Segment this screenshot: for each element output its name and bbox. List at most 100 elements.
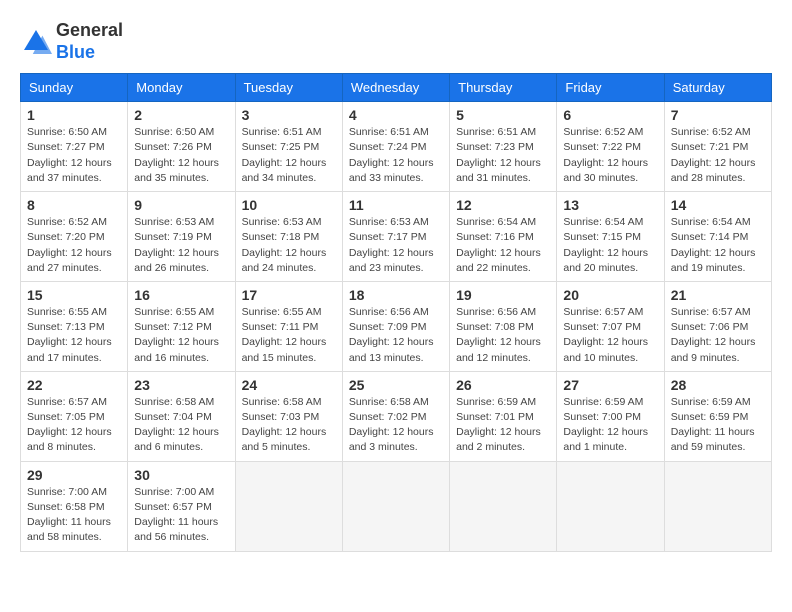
day-info: Sunrise: 6:55 AMSunset: 7:11 PMDaylight:… [242,305,336,366]
day-number: 21 [671,287,765,303]
day-number: 14 [671,197,765,213]
calendar-cell: 19 Sunrise: 6:56 AMSunset: 7:08 PMDayligh… [450,281,557,371]
day-info: Sunrise: 6:58 AMSunset: 7:02 PMDaylight:… [349,395,443,456]
day-info: Sunrise: 6:50 AMSunset: 7:26 PMDaylight:… [134,125,228,186]
day-number: 29 [27,467,121,483]
calendar-cell: 5 Sunrise: 6:51 AMSunset: 7:23 PMDaylight… [450,102,557,192]
day-number: 27 [563,377,657,393]
calendar-cell: 15Sunrise: 6:55 AMSunset: 7:13 PMDayligh… [21,281,128,371]
calendar-cell: 20 Sunrise: 6:57 AMSunset: 7:07 PMDayligh… [557,281,664,371]
day-number: 1 [27,107,121,123]
day-info: Sunrise: 6:52 AMSunset: 7:20 PMDaylight:… [27,215,121,276]
calendar-cell: 28 Sunrise: 6:59 AMSunset: 6:59 PMDayligh… [664,371,771,461]
day-info: Sunrise: 6:52 AMSunset: 7:22 PMDaylight:… [563,125,657,186]
calendar-cell: 25 Sunrise: 6:58 AMSunset: 7:02 PMDayligh… [342,371,449,461]
col-friday: Friday [557,74,664,102]
calendar-cell: 14 Sunrise: 6:54 AMSunset: 7:14 PMDayligh… [664,192,771,282]
day-info: Sunrise: 6:53 AMSunset: 7:18 PMDaylight:… [242,215,336,276]
calendar-cell: 21 Sunrise: 6:57 AMSunset: 7:06 PMDayligh… [664,281,771,371]
calendar-cell: 4 Sunrise: 6:51 AMSunset: 7:24 PMDaylight… [342,102,449,192]
day-info: Sunrise: 7:00 AMSunset: 6:57 PMDaylight:… [134,485,228,546]
calendar-cell: 1Sunrise: 6:50 AMSunset: 7:27 PMDaylight… [21,102,128,192]
col-thursday: Thursday [450,74,557,102]
calendar-cell [664,461,771,551]
calendar-cell [235,461,342,551]
day-info: Sunrise: 6:53 AMSunset: 7:19 PMDaylight:… [134,215,228,276]
day-number: 24 [242,377,336,393]
calendar-cell: 10 Sunrise: 6:53 AMSunset: 7:18 PMDayligh… [235,192,342,282]
day-info: Sunrise: 6:55 AMSunset: 7:13 PMDaylight:… [27,305,121,366]
day-info: Sunrise: 6:57 AMSunset: 7:06 PMDaylight:… [671,305,765,366]
day-number: 6 [563,107,657,123]
calendar-cell [450,461,557,551]
col-monday: Monday [128,74,235,102]
day-number: 4 [349,107,443,123]
logo-text: General Blue [56,20,123,63]
day-number: 16 [134,287,228,303]
day-info: Sunrise: 6:57 AMSunset: 7:07 PMDaylight:… [563,305,657,366]
day-number: 19 [456,287,550,303]
calendar-cell: 30 Sunrise: 7:00 AMSunset: 6:57 PMDayligh… [128,461,235,551]
calendar-cell [342,461,449,551]
day-number: 25 [349,377,443,393]
calendar-cell: 3 Sunrise: 6:51 AMSunset: 7:25 PMDaylight… [235,102,342,192]
day-info: Sunrise: 7:00 AMSunset: 6:58 PMDaylight:… [27,485,121,546]
day-info: Sunrise: 6:52 AMSunset: 7:21 PMDaylight:… [671,125,765,186]
day-number: 22 [27,377,121,393]
day-info: Sunrise: 6:54 AMSunset: 7:15 PMDaylight:… [563,215,657,276]
col-tuesday: Tuesday [235,74,342,102]
day-info: Sunrise: 6:57 AMSunset: 7:05 PMDaylight:… [27,395,121,456]
col-sunday: Sunday [21,74,128,102]
day-number: 26 [456,377,550,393]
day-number: 12 [456,197,550,213]
day-number: 18 [349,287,443,303]
day-number: 9 [134,197,228,213]
day-number: 10 [242,197,336,213]
day-info: Sunrise: 6:54 AMSunset: 7:14 PMDaylight:… [671,215,765,276]
calendar-cell: 26Sunrise: 6:59 AMSunset: 7:01 PMDayligh… [450,371,557,461]
day-number: 2 [134,107,228,123]
calendar-cell: 8 Sunrise: 6:52 AMSunset: 7:20 PMDaylight… [21,192,128,282]
day-info: Sunrise: 6:58 AMSunset: 7:03 PMDaylight:… [242,395,336,456]
logo-icon [20,26,52,58]
calendar-cell: 6 Sunrise: 6:52 AMSunset: 7:22 PMDaylight… [557,102,664,192]
day-info: Sunrise: 6:55 AMSunset: 7:12 PMDaylight:… [134,305,228,366]
day-info: Sunrise: 6:56 AMSunset: 7:09 PMDaylight:… [349,305,443,366]
calendar-cell: 16 Sunrise: 6:55 AMSunset: 7:12 PMDayligh… [128,281,235,371]
day-info: Sunrise: 6:51 AMSunset: 7:24 PMDaylight:… [349,125,443,186]
day-number: 5 [456,107,550,123]
calendar-cell [557,461,664,551]
calendar-cell: 12 Sunrise: 6:54 AMSunset: 7:16 PMDayligh… [450,192,557,282]
day-number: 11 [349,197,443,213]
day-number: 8 [27,197,121,213]
calendar-cell: 18 Sunrise: 6:56 AMSunset: 7:09 PMDayligh… [342,281,449,371]
day-number: 30 [134,467,228,483]
calendar-cell: 24 Sunrise: 6:58 AMSunset: 7:03 PMDayligh… [235,371,342,461]
day-info: Sunrise: 6:51 AMSunset: 7:23 PMDaylight:… [456,125,550,186]
calendar-table: Sunday Monday Tuesday Wednesday Thursday… [20,73,772,551]
day-number: 28 [671,377,765,393]
calendar-cell: 13 Sunrise: 6:54 AMSunset: 7:15 PMDayligh… [557,192,664,282]
day-number: 17 [242,287,336,303]
calendar-cell: 7 Sunrise: 6:52 AMSunset: 7:21 PMDaylight… [664,102,771,192]
col-wednesday: Wednesday [342,74,449,102]
calendar-cell: 2 Sunrise: 6:50 AMSunset: 7:26 PMDaylight… [128,102,235,192]
page-header: General Blue [20,20,772,63]
day-info: Sunrise: 6:51 AMSunset: 7:25 PMDaylight:… [242,125,336,186]
calendar-cell: 11Sunrise: 6:53 AMSunset: 7:17 PMDayligh… [342,192,449,282]
calendar-cell: 9 Sunrise: 6:53 AMSunset: 7:19 PMDaylight… [128,192,235,282]
day-number: 23 [134,377,228,393]
logo: General Blue [20,20,123,63]
day-info: Sunrise: 6:56 AMSunset: 7:08 PMDaylight:… [456,305,550,366]
calendar-cell: 27 Sunrise: 6:59 AMSunset: 7:00 PMDayligh… [557,371,664,461]
day-info: Sunrise: 6:59 AMSunset: 7:00 PMDaylight:… [563,395,657,456]
calendar-cell: 23Sunrise: 6:58 AMSunset: 7:04 PMDayligh… [128,371,235,461]
day-number: 7 [671,107,765,123]
day-number: 3 [242,107,336,123]
calendar-cell: 22 Sunrise: 6:57 AMSunset: 7:05 PMDayligh… [21,371,128,461]
col-saturday: Saturday [664,74,771,102]
day-info: Sunrise: 6:59 AMSunset: 6:59 PMDaylight:… [671,395,765,456]
day-number: 13 [563,197,657,213]
day-info: Sunrise: 6:54 AMSunset: 7:16 PMDaylight:… [456,215,550,276]
day-number: 20 [563,287,657,303]
